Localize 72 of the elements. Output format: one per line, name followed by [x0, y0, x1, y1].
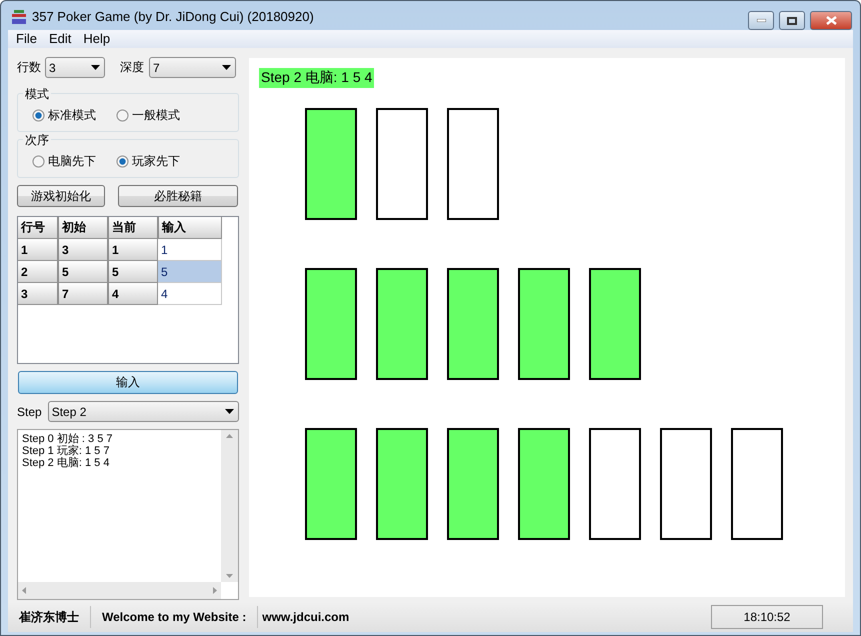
- row-header: 3: [18, 283, 58, 305]
- menu-item[interactable]: File: [10, 30, 43, 48]
- depth-select[interactable]: 7: [149, 57, 236, 78]
- card[interactable]: [305, 268, 357, 380]
- card[interactable]: [447, 268, 499, 380]
- rows-select[interactable]: 3: [45, 57, 105, 78]
- row-header: 5: [108, 261, 158, 283]
- card[interactable]: [305, 108, 357, 220]
- action-button[interactable]: 必胜秘籍: [118, 185, 238, 207]
- card[interactable]: [376, 268, 428, 380]
- log-line: Step 0 初始 : 3 5 7: [22, 433, 114, 445]
- log-box[interactable]: Step 0 初始 : 3 5 7 Step 1 玩家: 1 5 7 Step 2 电脑: 1 5 4: [17, 429, 239, 600]
- card[interactable]: [518, 428, 570, 540]
- window-title: 357 Poker Game (by Dr. JiDong Cui) (20180920): [32, 9, 315, 24]
- radio-label: 一般模式: [132, 107, 180, 124]
- row-header: 1: [108, 239, 158, 261]
- group-title: 次序: [23, 132, 51, 149]
- log-line: Step 2 电脑: 1 5 4: [22, 457, 110, 469]
- column-header: 初始: [58, 217, 108, 239]
- card[interactable]: [376, 108, 428, 220]
- minimize-icon: [756, 19, 766, 22]
- column-header: 当前: [108, 217, 158, 239]
- dropdown-arrow-icon: [222, 65, 231, 70]
- row-header: 4: [108, 283, 158, 305]
- card[interactable]: [589, 268, 641, 380]
- step-select[interactable]: Step 2: [48, 401, 239, 422]
- dropdown-arrow-icon: [91, 65, 100, 70]
- step-label: Step: [17, 404, 42, 418]
- maximize-icon: [787, 16, 797, 24]
- menu-item[interactable]: Edit: [42, 30, 78, 48]
- card[interactable]: [518, 268, 570, 380]
- card[interactable]: [731, 428, 783, 540]
- column-header: 行号: [18, 217, 58, 239]
- radio-label: 玩家先下: [132, 153, 180, 170]
- table-cell[interactable]: 1: [158, 239, 222, 261]
- card[interactable]: [589, 428, 641, 540]
- card[interactable]: [305, 428, 357, 540]
- row-header: 1: [18, 239, 58, 261]
- author-text: 崔济东博士: [8, 606, 91, 628]
- status-text: Step 2 电脑: 1 5 4: [259, 68, 374, 88]
- card[interactable]: [447, 428, 499, 540]
- depth-label: 深度: [120, 59, 144, 76]
- close-button[interactable]: [810, 11, 852, 30]
- column-header: 输入: [158, 217, 222, 239]
- table-cell[interactable]: 5: [158, 261, 222, 283]
- input-button[interactable]: 输入: [18, 371, 238, 394]
- row-header: 2: [18, 261, 58, 283]
- log-line: Step 1 玩家: 1 5 7: [22, 445, 110, 457]
- clock-text: 18:10:52: [711, 605, 823, 629]
- radio-button[interactable]: [116, 155, 129, 168]
- maximize-button[interactable]: [779, 11, 805, 30]
- table-cell[interactable]: 4: [158, 283, 222, 305]
- card[interactable]: [376, 428, 428, 540]
- card[interactable]: [660, 428, 712, 540]
- dropdown-arrow-icon: [225, 409, 234, 414]
- action-button[interactable]: 游戏初始化: [17, 185, 105, 207]
- minimize-button[interactable]: [748, 11, 774, 30]
- radio-button[interactable]: [32, 155, 45, 168]
- welcome-text: Welcome to my Website :: [91, 606, 258, 628]
- close-icon: [826, 16, 836, 25]
- row-header: 3: [58, 239, 108, 261]
- radio-label: 电脑先下: [48, 153, 96, 170]
- radio-button[interactable]: [32, 109, 45, 122]
- website-text: www.jdcui.com: [261, 609, 350, 626]
- menu-item[interactable]: Help: [77, 30, 116, 48]
- radio-button[interactable]: [116, 109, 129, 122]
- row-header: 7: [58, 283, 108, 305]
- rows-label: 行数: [17, 59, 41, 76]
- radio-label: 标准模式: [48, 107, 96, 124]
- app-icon: [11, 9, 27, 25]
- card[interactable]: [447, 108, 499, 220]
- row-header: 5: [58, 261, 108, 283]
